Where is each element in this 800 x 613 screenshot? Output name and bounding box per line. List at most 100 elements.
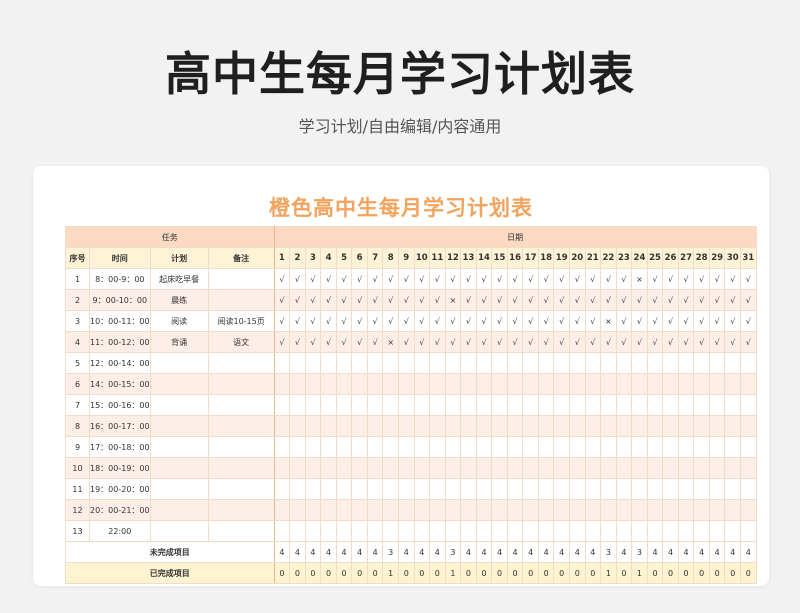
col-note-header[interactable]: 备注 (207, 247, 275, 269)
mark-cell[interactable] (273, 478, 291, 500)
unfinished-count[interactable]: 4 (273, 541, 291, 563)
seq-cell[interactable]: 11 (65, 478, 90, 500)
finished-count[interactable]: 0 (351, 562, 368, 584)
mark-cell[interactable] (444, 499, 462, 521)
mark-cell[interactable] (677, 457, 695, 479)
group-date-header[interactable]: 日期 (273, 226, 757, 248)
unfinished-count[interactable]: 4 (662, 541, 679, 563)
mark-cell[interactable]: √ (460, 268, 477, 290)
mark-cell[interactable]: √ (491, 331, 508, 353)
mark-cell[interactable] (677, 373, 695, 395)
mark-cell[interactable]: √ (320, 289, 337, 311)
mark-cell[interactable] (553, 436, 570, 458)
finished-count[interactable]: 0 (584, 562, 602, 584)
mark-cell[interactable]: √ (475, 331, 493, 353)
unfinished-count[interactable]: 4 (553, 541, 570, 563)
mark-cell[interactable]: √ (444, 268, 462, 290)
mark-cell[interactable]: × (631, 268, 648, 290)
note-cell[interactable]: 阅读10-15页 (207, 310, 275, 332)
time-cell[interactable]: 12：00-14：00 (89, 352, 151, 374)
finished-count[interactable]: 0 (335, 562, 353, 584)
mark-cell[interactable] (429, 457, 446, 479)
mark-cell[interactable] (397, 457, 415, 479)
unfinished-count[interactable]: 4 (429, 541, 446, 563)
mark-cell[interactable] (475, 520, 493, 542)
mark-cell[interactable] (708, 457, 726, 479)
mark-cell[interactable] (304, 457, 322, 479)
mark-cell[interactable] (273, 394, 291, 416)
mark-cell[interactable] (413, 415, 431, 437)
mark-cell[interactable]: √ (537, 289, 555, 311)
mark-cell[interactable]: √ (382, 289, 399, 311)
mark-cell[interactable]: × (382, 331, 399, 353)
mark-cell[interactable]: √ (693, 289, 710, 311)
mark-cell[interactable]: √ (693, 331, 710, 353)
mark-cell[interactable] (335, 436, 353, 458)
day-header[interactable]: 11 (429, 247, 446, 269)
mark-cell[interactable]: √ (397, 268, 415, 290)
seq-cell[interactable]: 8 (65, 415, 90, 437)
mark-cell[interactable]: √ (708, 310, 726, 332)
mark-cell[interactable] (662, 415, 679, 437)
mark-cell[interactable]: √ (289, 289, 306, 311)
mark-cell[interactable] (491, 394, 508, 416)
mark-cell[interactable] (537, 352, 555, 374)
mark-cell[interactable] (724, 436, 742, 458)
time-cell[interactable]: 8：00-9：00 (89, 268, 151, 290)
day-header[interactable]: 29 (708, 247, 726, 269)
mark-cell[interactable] (537, 478, 555, 500)
mark-cell[interactable] (320, 436, 337, 458)
mark-cell[interactable] (522, 457, 539, 479)
mark-cell[interactable] (677, 394, 695, 416)
mark-cell[interactable] (646, 352, 664, 374)
time-cell[interactable]: 22:00 (89, 520, 151, 542)
mark-cell[interactable]: √ (631, 331, 648, 353)
day-header[interactable]: 9 (397, 247, 415, 269)
mark-cell[interactable] (366, 499, 384, 521)
col-plan-header[interactable]: 计划 (149, 247, 209, 269)
mark-cell[interactable] (522, 499, 539, 521)
mark-cell[interactable] (413, 394, 431, 416)
finished-count[interactable]: 0 (413, 562, 431, 584)
mark-cell[interactable] (569, 457, 586, 479)
mark-cell[interactable] (335, 394, 353, 416)
mark-cell[interactable] (429, 394, 446, 416)
note-cell[interactable] (207, 289, 275, 311)
mark-cell[interactable] (382, 394, 399, 416)
mark-cell[interactable] (335, 499, 353, 521)
mark-cell[interactable] (444, 352, 462, 374)
time-cell[interactable]: 19：00-20：00 (89, 478, 151, 500)
finished-count[interactable]: 0 (491, 562, 508, 584)
mark-cell[interactable] (491, 520, 508, 542)
mark-cell[interactable] (600, 394, 617, 416)
mark-cell[interactable] (708, 499, 726, 521)
mark-cell[interactable] (429, 520, 446, 542)
mark-cell[interactable]: √ (382, 310, 399, 332)
mark-cell[interactable] (693, 478, 710, 500)
mark-cell[interactable] (553, 415, 570, 437)
mark-cell[interactable] (553, 373, 570, 395)
day-header[interactable]: 28 (693, 247, 710, 269)
mark-cell[interactable]: √ (475, 289, 493, 311)
finished-count[interactable]: 0 (615, 562, 633, 584)
plan-cell[interactable] (149, 373, 209, 395)
note-cell[interactable] (207, 268, 275, 290)
finished-count[interactable]: 0 (724, 562, 742, 584)
mark-cell[interactable] (569, 436, 586, 458)
unfinished-count[interactable]: 3 (444, 541, 462, 563)
mark-cell[interactable]: √ (646, 289, 664, 311)
mark-cell[interactable] (413, 373, 431, 395)
mark-cell[interactable] (740, 352, 757, 374)
mark-cell[interactable] (460, 436, 477, 458)
day-header[interactable]: 3 (304, 247, 322, 269)
mark-cell[interactable] (662, 457, 679, 479)
mark-cell[interactable]: √ (320, 310, 337, 332)
finished-count[interactable]: 0 (677, 562, 695, 584)
mark-cell[interactable] (320, 352, 337, 374)
mark-cell[interactable] (708, 436, 726, 458)
mark-cell[interactable] (631, 436, 648, 458)
unfinished-count[interactable]: 4 (351, 541, 368, 563)
mark-cell[interactable] (724, 415, 742, 437)
time-cell[interactable]: 9：00-10：00 (89, 289, 151, 311)
mark-cell[interactable] (569, 415, 586, 437)
